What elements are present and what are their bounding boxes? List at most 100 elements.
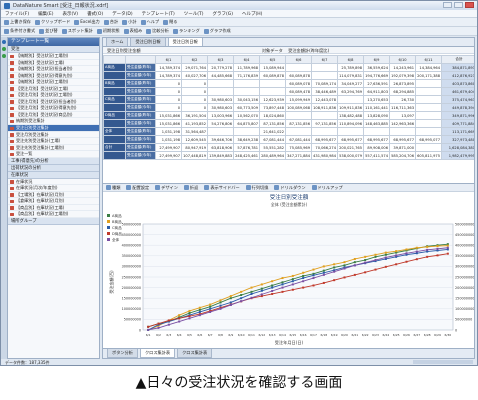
column-header[interactable]: 6/10: [389, 55, 416, 64]
toolbar1-button-2[interactable]: Excel出力: [74, 19, 100, 25]
table-cell[interactable]: 60,089,878: [285, 71, 312, 80]
table-cell[interactable]: [415, 119, 442, 128]
table-cell[interactable]: 461,679,404: [441, 87, 474, 96]
table-cell[interactable]: [311, 127, 338, 136]
table-cell[interactable]: 0: [155, 87, 182, 96]
table-row[interactable]: 受注金額(今年) 27,499,907 107,448,819 139,849,883…: [103, 151, 474, 160]
table-cell[interactable]: 0: [155, 103, 182, 112]
table-cell[interactable]: [415, 111, 442, 120]
table-cell[interactable]: [259, 87, 286, 96]
table-cell[interactable]: [311, 111, 338, 120]
table-cell[interactable]: 40,027,706: [181, 71, 208, 80]
sidebar-group-2[interactable]: 出荷状況の分析: [8, 164, 99, 172]
column-header[interactable]: 6/3: [207, 55, 234, 64]
table-cell[interactable]: 13,828,090: [363, 111, 390, 120]
table-cell[interactable]: 64,875,807: [233, 119, 260, 128]
close-button[interactable]: [465, 2, 474, 8]
data-icon[interactable]: [2, 47, 6, 51]
menu-item-8[interactable]: ヘルプ(H): [242, 11, 262, 17]
table-cell[interactable]: 68,995,677: [337, 135, 364, 144]
toolbar2-button-2[interactable]: スポット集計: [61, 28, 93, 34]
table-cell[interactable]: 68,995,677: [311, 135, 338, 144]
menu-item-4[interactable]: データ(D): [112, 11, 132, 17]
menu-item-0[interactable]: ファイル(F): [5, 11, 29, 17]
toolbar1-button-4[interactable]: 小計: [122, 19, 137, 25]
table-row[interactable]: C商品 受注金額(昨年) 0 0 30,980,603 30,043,156 12,623,…: [103, 95, 474, 104]
table-cell[interactable]: 97,131,856: [311, 119, 338, 128]
table-cell[interactable]: 39,646,706: [207, 135, 234, 144]
table-cell[interactable]: [259, 79, 286, 88]
table-cell[interactable]: 12,609,545: [181, 135, 208, 144]
table-cell[interactable]: 0: [181, 103, 208, 112]
table-cell[interactable]: 0: [155, 95, 182, 104]
table-cell[interactable]: [337, 95, 364, 104]
column-header[interactable]: 6/5: [259, 55, 286, 64]
table-cell[interactable]: 384,871,893: [441, 63, 474, 72]
chart-tool-5[interactable]: 行列切換: [245, 185, 268, 191]
table-cell[interactable]: 113,171,669: [441, 127, 474, 136]
sidebar-item[interactable]: 【商品別】在庫状況(工場別): [8, 211, 99, 219]
table-cell[interactable]: 26,730: [389, 95, 416, 104]
table-cell[interactable]: [311, 71, 338, 80]
table-cell[interactable]: 347,271,884: [285, 151, 312, 160]
table-cell[interactable]: 110,161,441: [363, 103, 390, 112]
table-cell[interactable]: [311, 63, 338, 72]
table-cell[interactable]: 38,446,489: [311, 87, 338, 96]
table-cell[interactable]: 0: [155, 79, 182, 88]
table-cell[interactable]: 349,871,996: [441, 111, 474, 120]
table-cell[interactable]: 80,947,919: [181, 143, 208, 152]
chart-tool-7[interactable]: ドリルアップ: [311, 185, 343, 191]
column-header[interactable]: 6/9: [363, 55, 390, 64]
menu-item-7[interactable]: グラフ(G): [213, 11, 234, 17]
table-cell[interactable]: 538,000,079: [337, 151, 364, 160]
column-header[interactable]: 6/8: [337, 55, 364, 64]
table-cell[interactable]: 30,980,603: [207, 95, 234, 104]
table-cell[interactable]: 12,443,078: [311, 95, 338, 104]
sidebar-group-4[interactable]: 場所グループ: [8, 218, 99, 226]
table-cell[interactable]: [389, 127, 416, 136]
tab-0[interactable]: ホーム: [106, 38, 129, 46]
toolbar1-button-1[interactable]: クリップボード: [34, 19, 70, 25]
chart-tool-3[interactable]: 折返: [183, 185, 198, 191]
table-cell[interactable]: 412,876,923: [441, 71, 474, 80]
sidebar-group-0[interactable]: 受注: [8, 46, 99, 53]
table-cell[interactable]: 375,474,963: [441, 95, 474, 104]
table-cell[interactable]: 60,089,478: [285, 87, 312, 96]
table-row[interactable]: 全体 受注金額(昨年) 1,031,198 31,564,487 21,641,022 1…: [103, 127, 474, 136]
table-cell[interactable]: 21,641,022: [259, 127, 286, 136]
table-cell[interactable]: 107,448,819: [181, 151, 208, 160]
table-cell[interactable]: 10,562,070: [233, 111, 260, 120]
table-cell[interactable]: 200,021,765: [337, 143, 364, 152]
table-cell[interactable]: 148,463,885: [363, 119, 390, 128]
table-row[interactable]: 受注金額(今年) 0 0 60,089,478 38,446,489 63,294,769…: [103, 87, 474, 96]
table-cell[interactable]: 68,995,077: [415, 135, 442, 144]
column-header[interactable]: [103, 55, 126, 64]
sidebar-item[interactable]: 受注一覧: [8, 151, 99, 158]
table-cell[interactable]: [207, 127, 234, 136]
toolbar1-button-5[interactable]: ヘルプ: [140, 19, 159, 25]
table-cell[interactable]: 25,789,898: [337, 63, 364, 72]
chart-tool-2[interactable]: デザイン: [155, 185, 178, 191]
report-icon[interactable]: [2, 54, 6, 58]
table-cell[interactable]: 100,089,068: [285, 103, 312, 112]
template-icon[interactable]: [2, 40, 6, 44]
table-cell[interactable]: 12,623,939: [259, 95, 286, 104]
table-cell[interactable]: [415, 103, 442, 112]
table-cell[interactable]: 75,085,969: [285, 143, 312, 152]
table-cell[interactable]: 1,031,198: [155, 127, 182, 136]
table-cell[interactable]: [233, 127, 260, 136]
table-cell[interactable]: 14,789,374: [155, 71, 182, 80]
table-cell[interactable]: 36,191,504: [181, 111, 208, 120]
table-cell[interactable]: 30,980,603: [207, 103, 234, 112]
minimize-button[interactable]: [443, 2, 452, 8]
table-cell[interactable]: 13,003,966: [207, 111, 234, 120]
chart-tool-6[interactable]: ドリルダウン: [274, 185, 306, 191]
table-cell[interactable]: 139,849,883: [207, 151, 234, 160]
table-cell[interactable]: 1,628,084,381: [441, 143, 474, 152]
toolbar2-button-1[interactable]: 並び替: [39, 28, 58, 34]
table-row[interactable]: 合計 受注金額(昨年) 27,499,907 80,947,919 63,818,906…: [103, 143, 474, 152]
table-cell[interactable]: 108,911,836: [311, 103, 338, 112]
table-cell[interactable]: 248,425,461: [233, 151, 260, 160]
table-cell[interactable]: [285, 63, 312, 72]
table-cell[interactable]: 70,089,174: [311, 79, 338, 88]
